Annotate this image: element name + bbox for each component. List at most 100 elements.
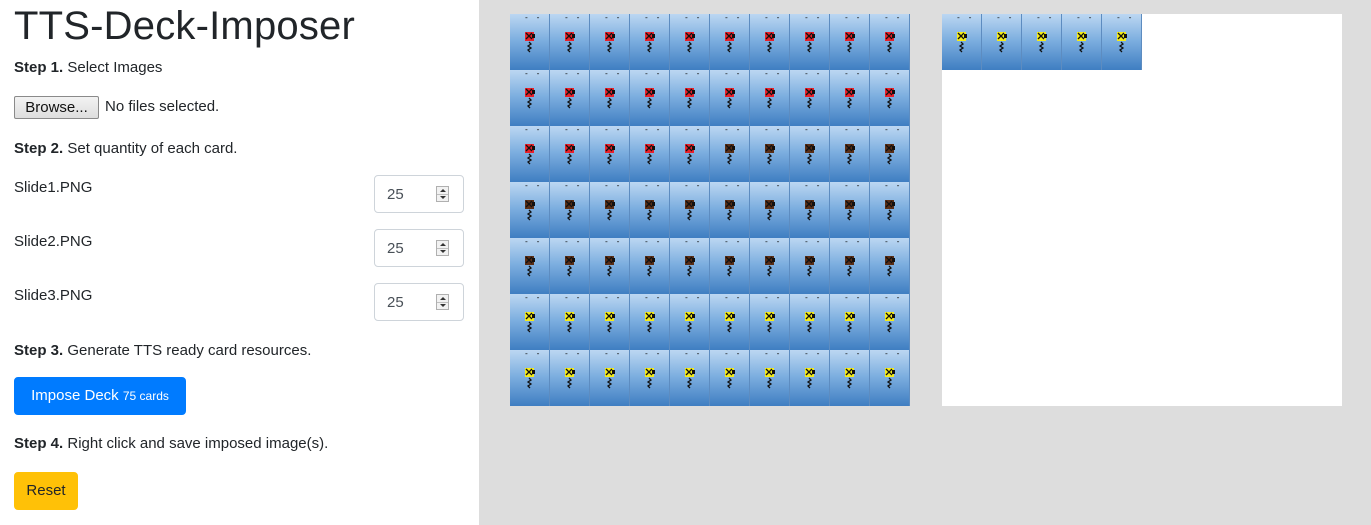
- card-thumbnail: - -: [750, 14, 790, 70]
- card-figure-icon: [605, 256, 615, 277]
- card-figure-icon: [645, 32, 655, 53]
- card-face-text: - -: [844, 70, 862, 78]
- card-face-text: - -: [1036, 14, 1054, 22]
- card-figure-icon: [845, 312, 855, 333]
- card-figure-icon: [685, 88, 695, 109]
- reset-button[interactable]: Reset: [14, 472, 78, 510]
- card-face-text: - -: [644, 294, 662, 302]
- card-figure-icon: [565, 256, 575, 277]
- quantity-stepper[interactable]: [436, 240, 449, 256]
- card-figure-icon: [725, 88, 735, 109]
- browse-button[interactable]: Browse...: [14, 96, 99, 119]
- card-thumbnail: - -: [710, 294, 750, 350]
- card-figure-icon: [725, 368, 735, 389]
- card-figure-icon: [805, 368, 815, 389]
- card-figure-icon: [565, 200, 575, 221]
- card-thumbnail: - -: [790, 182, 830, 238]
- card-thumbnail: - -: [870, 14, 910, 70]
- card-figure-icon: [525, 200, 535, 221]
- card-face-text: - -: [724, 350, 742, 358]
- card-thumbnail: - -: [982, 14, 1022, 70]
- card-thumbnail: - -: [790, 238, 830, 294]
- card-thumbnail: - -: [550, 350, 590, 406]
- card-face-text: - -: [604, 182, 622, 190]
- card-figure-icon: [885, 200, 895, 221]
- imposed-sheet-2[interactable]: - -- -- -- -- -: [942, 14, 1342, 406]
- card-figure-icon: [845, 200, 855, 221]
- quantity-input-slide2[interactable]: 25: [374, 229, 464, 267]
- card-face-text: - -: [764, 294, 782, 302]
- card-face-text: - -: [564, 294, 582, 302]
- card-thumbnail: - -: [790, 350, 830, 406]
- card-thumbnail: - -: [870, 238, 910, 294]
- card-face-text: - -: [564, 14, 582, 22]
- card-figure-icon: [605, 88, 615, 109]
- card-face-text: - -: [644, 126, 662, 134]
- step-1-instruction: Step 1. Select Images: [14, 58, 162, 78]
- card-thumbnail: - -: [510, 182, 550, 238]
- card-face-text: - -: [524, 126, 542, 134]
- quantity-input-slide3[interactable]: 25: [374, 283, 464, 321]
- card-face-text: - -: [644, 182, 662, 190]
- card-face-text: - -: [524, 182, 542, 190]
- step-2-instruction: Step 2. Set quantity of each card.: [14, 139, 237, 159]
- card-face-text: - -: [844, 238, 862, 246]
- card-figure-icon: [845, 368, 855, 389]
- card-thumbnail: - -: [710, 126, 750, 182]
- card-figure-icon: [805, 312, 815, 333]
- card-thumbnail: - -: [550, 126, 590, 182]
- card-face-text: - -: [564, 182, 582, 190]
- card-thumbnail: - -: [670, 350, 710, 406]
- card-thumbnail: - -: [590, 350, 630, 406]
- card-face-text: - -: [764, 350, 782, 358]
- card-thumbnail: - -: [750, 126, 790, 182]
- card-thumbnail: - -: [670, 238, 710, 294]
- card-thumbnail: - -: [1022, 14, 1062, 70]
- card-thumbnail: - -: [710, 70, 750, 126]
- card-face-text: - -: [724, 70, 742, 78]
- decrement-icon[interactable]: [437, 248, 448, 255]
- card-figure-icon: [725, 144, 735, 165]
- quantity-value: 25: [387, 186, 404, 203]
- quantity-stepper[interactable]: [436, 294, 449, 310]
- card-thumbnail: - -: [590, 70, 630, 126]
- card-face-text: - -: [604, 238, 622, 246]
- card-figure-icon: [765, 368, 775, 389]
- card-figure-icon: [565, 32, 575, 53]
- card-face-text: - -: [524, 350, 542, 358]
- card-face-text: - -: [604, 70, 622, 78]
- imposed-sheet-1[interactable]: - - - - - - - - - - - - - - - - - - - - - - - - - - -…: [510, 14, 910, 406]
- quantity-input-slide1[interactable]: 25: [374, 175, 464, 213]
- card-figure-icon: [765, 312, 775, 333]
- card-figure-icon: [845, 88, 855, 109]
- card-thumbnail: - -: [830, 126, 870, 182]
- card-figure-icon: [885, 88, 895, 109]
- card-figure-icon: [885, 312, 895, 333]
- card-figure-icon: [845, 32, 855, 53]
- decrement-icon[interactable]: [437, 194, 448, 201]
- card-figure-icon: [605, 144, 615, 165]
- decrement-icon[interactable]: [437, 302, 448, 309]
- card-face-text: - -: [644, 350, 662, 358]
- imposed-output-area: - - - - - - - - - - - - - - - - - - - - - - - - - - -…: [479, 0, 1371, 525]
- card-face-text: - -: [684, 350, 702, 358]
- card-thumbnail: - -: [670, 14, 710, 70]
- impose-deck-button[interactable]: Impose Deck 75 cards: [14, 377, 186, 415]
- quantity-stepper[interactable]: [436, 186, 449, 202]
- card-figure-icon: [1037, 32, 1047, 53]
- card-figure-icon: [885, 144, 895, 165]
- card-face-text: - -: [884, 182, 902, 190]
- card-thumbnail: - -: [630, 70, 670, 126]
- card-face-text: - -: [764, 238, 782, 246]
- card-figure-icon: [525, 144, 535, 165]
- card-figure-icon: [725, 312, 735, 333]
- card-thumbnail: - -: [590, 126, 630, 182]
- card-figure-icon: [525, 368, 535, 389]
- card-face-text: - -: [724, 126, 742, 134]
- page-title: TTS-Deck-Imposer: [14, 4, 356, 48]
- card-thumbnail: - -: [630, 14, 670, 70]
- card-name-slide1: Slide1.PNG: [14, 179, 93, 196]
- card-figure-icon: [605, 312, 615, 333]
- card-figure-icon: [685, 200, 695, 221]
- card-figure-icon: [645, 200, 655, 221]
